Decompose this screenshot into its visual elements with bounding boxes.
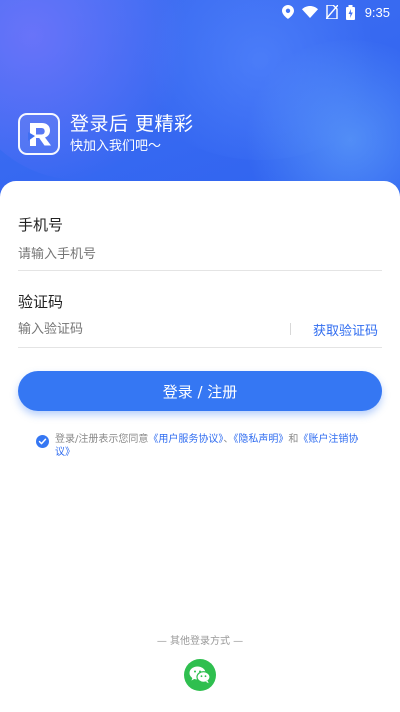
agreement-prefix: 登录/注册表示您同意 <box>55 434 149 445</box>
phone-input[interactable] <box>18 247 382 262</box>
other-login-label: — 其他登录方式 — <box>156 636 244 647</box>
battery-icon <box>345 4 355 20</box>
login-register-button[interactable]: 登录 / 注册 <box>18 371 382 411</box>
status-bar: 9:35 <box>0 0 400 24</box>
privacy-link[interactable]: 《隐私声明》 <box>233 434 288 445</box>
header-subtitle: 快加入我们吧～ <box>70 139 162 154</box>
phone-divider <box>18 270 382 271</box>
header: 登录后 更精彩 快加入我们吧～ <box>18 112 194 156</box>
user-agreement-link[interactable]: 《用户服务协议》 <box>148 434 223 445</box>
wechat-icon[interactable] <box>184 659 216 691</box>
code-divider-line <box>18 347 382 348</box>
wifi-icon <box>301 6 318 18</box>
code-divider <box>289 323 291 335</box>
no-sim-icon <box>325 5 338 19</box>
code-label: 验证码 <box>18 293 64 311</box>
agreement-checkbox[interactable] <box>36 435 49 448</box>
agreement-text: 登录/注册表示您同意《用户服务协议》、《隐私声明》和《账户注销协议》 <box>55 433 368 459</box>
location-icon <box>281 5 294 19</box>
check-icon <box>38 438 47 445</box>
get-code-button[interactable]: 获取验证码 <box>313 320 378 339</box>
agreement-sep: 和 <box>288 434 299 445</box>
phone-label: 手机号 <box>18 216 64 234</box>
header-title: 登录后 更精彩 <box>70 113 194 135</box>
r-logo-icon <box>18 113 60 155</box>
agreement-sep: 、 <box>223 434 234 445</box>
login-screen: 9:35 登录后 更精彩 快加入我们吧～ 手机号 验证码 获取验证码 登录 / … <box>0 0 400 712</box>
login-card: 手机号 验证码 获取验证码 登录 / 注册 登录/注册表示您同意《用户服务协议》… <box>0 181 400 712</box>
code-input[interactable] <box>18 321 290 337</box>
status-time: 9:35 <box>364 4 390 20</box>
agreement: 登录/注册表示您同意《用户服务协议》、《隐私声明》和《账户注销协议》 <box>36 433 368 459</box>
